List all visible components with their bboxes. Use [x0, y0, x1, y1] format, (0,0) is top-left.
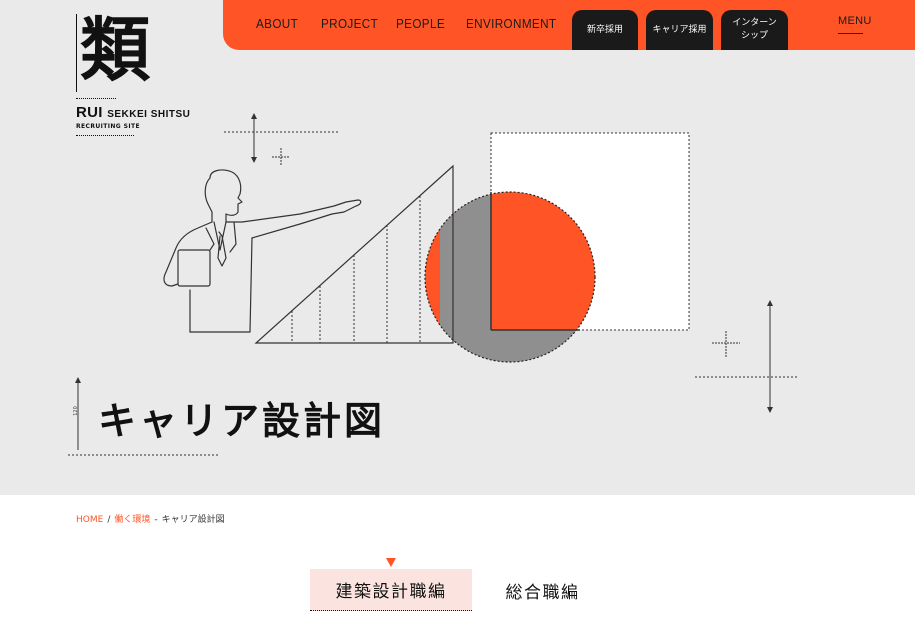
breadcrumb-separator: / — [107, 515, 111, 525]
logo-kanji: 類 — [80, 8, 150, 91]
career-recruit-label: キャリア採用 — [652, 24, 707, 35]
tab-architectural-design-label: 建築設計職編 — [335, 582, 447, 602]
new-grad-recruit-button[interactable]: 新卒採用 — [572, 10, 638, 50]
breadcrumb-arrow: - — [154, 515, 158, 525]
breadcrumb-current: キャリア設計図 — [161, 515, 225, 525]
tab-general-label: 総合職編 — [505, 582, 580, 603]
logo-mark: 類 — [76, 10, 166, 94]
menu-button[interactable]: MENU — [838, 15, 872, 27]
header-nav: ABOUT PROJECT PEOPLE ENVIRONMENT 新卒採用 キャ… — [223, 0, 915, 50]
logo-divider — [76, 98, 116, 99]
logo-name-main: RUI — [76, 104, 103, 121]
logo-tagline: RECRUITING SITE — [76, 123, 140, 130]
active-tab-indicator — [386, 558, 396, 567]
page-title: キャリア設計図 — [98, 399, 386, 443]
dimension-label: 120 — [72, 406, 79, 416]
nav-environment[interactable]: ENVIRONMENT — [466, 16, 556, 31]
internship-label-line2: シップ — [740, 31, 768, 41]
logo-divider — [76, 135, 134, 136]
logo-name-sub: SEKKEI SHITSU — [107, 109, 191, 120]
menu-underline — [838, 33, 863, 34]
internship-label-line1: インターン — [732, 18, 777, 28]
new-grad-recruit-label: 新卒採用 — [586, 24, 623, 35]
hero-section: 類 RUI SEKKEI SHITSU RECRUITING SITE ABOU… — [0, 0, 915, 495]
breadcrumb-home[interactable]: HOME — [76, 515, 103, 525]
logo-name: RUI SEKKEI SHITSU — [76, 104, 196, 121]
nav-project[interactable]: PROJECT — [321, 16, 378, 31]
tab-architectural-design[interactable]: 建築設計職編 — [310, 569, 472, 611]
career-recruit-button[interactable]: キャリア採用 — [646, 10, 713, 50]
tab-general[interactable]: 総合職編 — [490, 569, 595, 611]
site-logo[interactable]: 類 RUI SEKKEI SHITSU RECRUITING SITE — [76, 10, 196, 136]
nav-about[interactable]: ABOUT — [256, 16, 298, 31]
man-figure — [163, 169, 362, 333]
internship-button[interactable]: インターン シップ — [721, 10, 788, 50]
logo-rule — [76, 14, 77, 92]
breadcrumb: HOME / 働く環境 - キャリア設計図 — [76, 512, 225, 525]
breadcrumb-parent[interactable]: 働く環境 — [114, 515, 150, 525]
nav-people[interactable]: PEOPLE — [396, 16, 445, 31]
